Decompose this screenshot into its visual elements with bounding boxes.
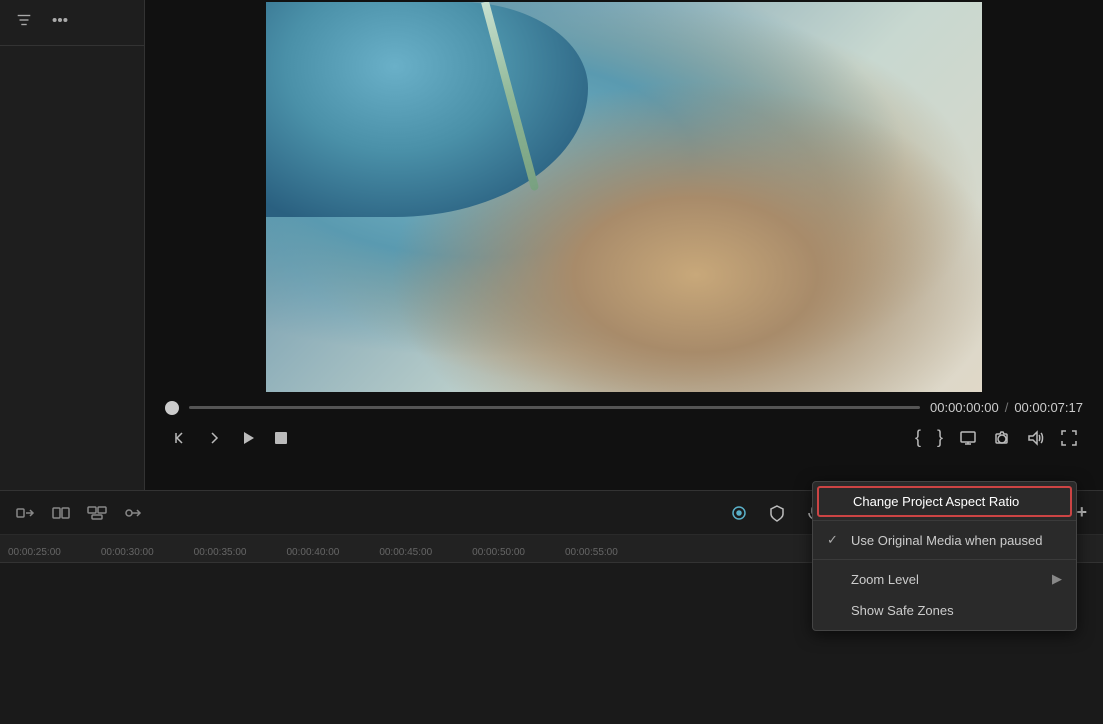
- time-display: 00:00:00:00 / 00:00:07:17: [930, 400, 1083, 415]
- stop-button[interactable]: [267, 426, 295, 450]
- ruler-mark-4: 00:00:45:00: [379, 547, 472, 558]
- timeline-ctrl-1[interactable]: [724, 500, 754, 526]
- ruler-mark-2: 00:00:35:00: [194, 547, 287, 558]
- controls-area: 00:00:00:00 / 00:00:07:17: [145, 400, 1103, 452]
- video-frame: [266, 2, 982, 392]
- video-preview: [266, 2, 982, 392]
- menu-item-show-safe-zones[interactable]: Show Safe Zones: [813, 595, 1076, 626]
- play-button[interactable]: [233, 425, 263, 451]
- snapshot-button[interactable]: [987, 425, 1017, 451]
- step-forward-button[interactable]: [199, 425, 229, 451]
- timeline-bar: 00:00:00:00 / 00:00:07:17: [165, 400, 1083, 415]
- ruler-mark-1: 00:00:30:00: [101, 547, 194, 558]
- context-menu: Change Project Aspect Ratio ✓ Use Origin…: [812, 481, 1077, 631]
- more-options-button[interactable]: [46, 8, 74, 37]
- audio-icon: [1027, 429, 1045, 447]
- timeline-clip-icon: [51, 503, 71, 523]
- progress-track[interactable]: [189, 406, 920, 409]
- more-icon: [51, 11, 69, 29]
- ruler-mark-3: 00:00:40:00: [286, 547, 379, 558]
- snapshot-icon: [993, 429, 1011, 447]
- menu-label-zoom-level: Zoom Level: [851, 572, 919, 587]
- menu-divider-1: [813, 520, 1076, 521]
- menu-divider-2: [813, 559, 1076, 560]
- timeline-tool-1[interactable]: [10, 500, 40, 526]
- ruler-mark-5: 00:00:50:00: [472, 547, 565, 558]
- current-time: 00:00:00:00: [930, 400, 999, 415]
- step-back-button[interactable]: [165, 425, 195, 451]
- time-separator: /: [1005, 400, 1009, 415]
- stop-icon: [273, 430, 289, 446]
- filter-icon: [15, 11, 33, 29]
- menu-label-use-original-media: Use Original Media when paused: [851, 533, 1043, 548]
- total-time: 00:00:07:17: [1014, 400, 1083, 415]
- zoom-level-arrow: ▶: [1052, 571, 1062, 587]
- play-icon: [239, 429, 257, 447]
- timeline-track-icon: [87, 503, 107, 523]
- menu-label-change-aspect-ratio: Change Project Aspect Ratio: [853, 494, 1019, 509]
- fullscreen-icon: [1061, 430, 1077, 446]
- ruler-mark-6: 00:00:55:00: [565, 547, 658, 558]
- timeline-tool-2[interactable]: [46, 500, 76, 526]
- ruler-marks: 00:00:25:00 00:00:30:00 00:00:35:00 00:0…: [0, 547, 658, 558]
- monitor-button[interactable]: [953, 425, 983, 451]
- audio-button[interactable]: [1021, 425, 1051, 451]
- timeline-tool-4[interactable]: [118, 500, 148, 526]
- mark-in-button[interactable]: {: [909, 423, 927, 452]
- menu-item-zoom-level[interactable]: Zoom Level ▶: [813, 563, 1076, 595]
- step-back-icon: [171, 429, 189, 447]
- mark-in-label: {: [915, 427, 921, 448]
- left-panel: [0, 0, 145, 490]
- timeline-marker-icon: [730, 504, 748, 522]
- fullscreen-button[interactable]: [1055, 426, 1083, 450]
- mark-out-button[interactable]: }: [931, 423, 949, 452]
- menu-item-change-aspect-ratio[interactable]: Change Project Aspect Ratio: [817, 486, 1072, 517]
- timeline-tool-3[interactable]: [82, 500, 112, 526]
- monitor-icon: [959, 429, 977, 447]
- filter-button[interactable]: [10, 8, 38, 37]
- menu-label-show-safe-zones: Show Safe Zones: [851, 603, 954, 618]
- playback-controls: { }: [165, 423, 1083, 452]
- timeline-ctrl-2[interactable]: [762, 500, 792, 526]
- timeline-shield-icon: [768, 504, 786, 522]
- timeline-audio-icon: [123, 503, 143, 523]
- menu-item-use-original-media[interactable]: ✓ Use Original Media when paused: [813, 524, 1076, 556]
- progress-handle[interactable]: [165, 401, 179, 415]
- check-use-original-media: ✓: [827, 532, 843, 548]
- left-panel-toolbar: [0, 0, 144, 46]
- timeline-insert-icon: [15, 503, 35, 523]
- mark-out-label: }: [937, 427, 943, 448]
- step-forward-icon: [205, 429, 223, 447]
- video-area: 00:00:00:00 / 00:00:07:17: [145, 0, 1103, 490]
- ruler-mark-0: 00:00:25:00: [0, 547, 101, 558]
